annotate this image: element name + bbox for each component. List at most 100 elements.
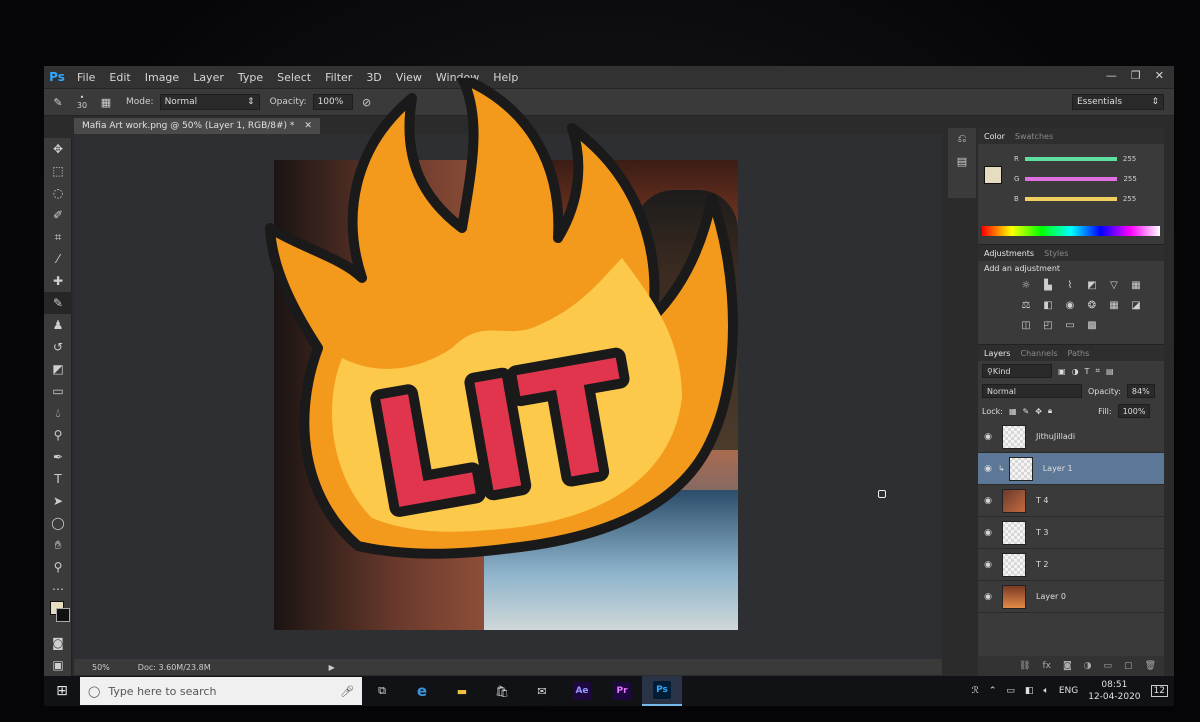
kind-filter-select[interactable]: ⚲ Kind xyxy=(982,364,1052,378)
pen-tool-icon[interactable]: ✒ xyxy=(44,446,72,468)
layer-row[interactable]: ◉ T 3 xyxy=(978,517,1164,549)
layer-row[interactable]: ◉ T 2 xyxy=(978,549,1164,581)
tab-channels[interactable]: Channels xyxy=(1020,349,1057,358)
eye-icon[interactable]: ◉ xyxy=(978,464,998,474)
curves-icon[interactable]: ⌇ xyxy=(1062,278,1078,292)
layer-name[interactable]: T 3 xyxy=(1036,528,1049,537)
vibrance-icon[interactable]: ▽ xyxy=(1106,278,1122,292)
volume-icon[interactable]: 🔈︎ xyxy=(1043,686,1048,696)
edge-icon[interactable]: e xyxy=(402,676,442,706)
eye-icon[interactable]: ◉ xyxy=(978,560,998,570)
task-view-icon[interactable]: ⧉ xyxy=(362,676,402,706)
clone-stamp-tool-icon[interactable]: ♟ xyxy=(44,314,72,336)
network-icon[interactable]: ◧ xyxy=(1025,686,1034,696)
eye-icon[interactable]: ◉ xyxy=(978,496,998,506)
fill-field[interactable]: 100% xyxy=(1117,404,1151,418)
blur-tool-icon[interactable]: 💧︎ xyxy=(44,402,72,424)
blend-mode-select[interactable]: Normal xyxy=(982,384,1082,398)
filter-adjustment-icon[interactable]: ◑ xyxy=(1072,367,1079,376)
layer-row-selected[interactable]: ◉ ↳ Layer 1 xyxy=(978,453,1164,485)
posterize-icon[interactable]: ◫ xyxy=(1018,318,1034,332)
tab-color[interactable]: Color xyxy=(984,132,1005,141)
threshold-icon[interactable]: ◰ xyxy=(1040,318,1056,332)
eye-icon[interactable]: ◉ xyxy=(978,528,998,538)
fx-icon[interactable]: fx xyxy=(1042,661,1051,671)
layer-name[interactable]: Layer 0 xyxy=(1036,592,1066,601)
blue-slider[interactable]: B 255 xyxy=(1014,192,1159,206)
layer-row[interactable]: ◉ Layer 0 xyxy=(978,581,1164,613)
quick-mask-icon[interactable]: ◙ xyxy=(44,632,72,654)
chevron-up-icon[interactable]: ⌃ xyxy=(989,686,997,696)
language-indicator[interactable]: ENG xyxy=(1059,686,1078,696)
brush-tool-preset-icon[interactable]: ✎ xyxy=(48,93,68,111)
dodge-tool-icon[interactable]: ⚲ xyxy=(44,424,72,446)
lasso-tool-icon[interactable]: ◌ xyxy=(44,182,72,204)
trash-icon[interactable]: 🗑︎ xyxy=(1145,661,1156,671)
color-lookup-icon[interactable]: ▦ xyxy=(1106,298,1122,312)
zoom-level[interactable]: 50% xyxy=(92,663,110,672)
layer-name[interactable]: T 4 xyxy=(1036,496,1049,505)
invert-icon[interactable]: ◪ xyxy=(1128,298,1144,312)
layer-row[interactable]: ◉ JithuJilladi xyxy=(978,421,1164,453)
close-button[interactable]: ✕ xyxy=(1155,69,1164,82)
channel-mixer-icon[interactable]: ❂ xyxy=(1084,298,1100,312)
layer-opacity-field[interactable]: 84% xyxy=(1126,384,1155,398)
blue-slider-track[interactable] xyxy=(1024,197,1117,201)
mail-icon[interactable]: ✉ xyxy=(522,676,562,706)
more-tools-icon[interactable]: ⋯ xyxy=(44,578,72,600)
eyedropper-tool-icon[interactable]: ⁄ xyxy=(44,248,72,270)
eye-icon[interactable]: ◉ xyxy=(978,592,998,602)
layer-name[interactable]: Layer 1 xyxy=(1043,464,1073,473)
tab-swatches[interactable]: Swatches xyxy=(1015,132,1053,141)
green-slider-track[interactable] xyxy=(1025,177,1118,181)
group-icon[interactable]: ▭ xyxy=(1104,661,1113,671)
notifications-icon[interactable]: 12 xyxy=(1150,685,1168,697)
menu-image[interactable]: Image xyxy=(138,71,186,84)
history-panel-icon[interactable]: ⎌ xyxy=(948,128,976,150)
layer-row[interactable]: ◉ T 4 xyxy=(978,485,1164,517)
file-explorer-icon[interactable]: ▬ xyxy=(442,676,482,706)
premiere-app[interactable]: Pr xyxy=(602,676,642,706)
filter-shape-icon[interactable]: ⌗ xyxy=(1095,366,1100,376)
microphone-icon[interactable]: 🎤︎ xyxy=(340,685,354,698)
eye-icon[interactable]: ◉ xyxy=(978,432,998,442)
color-spectrum[interactable] xyxy=(982,226,1160,236)
marquee-tool-icon[interactable]: ⬚ xyxy=(44,160,72,182)
layer-name[interactable]: T 2 xyxy=(1036,560,1049,569)
adjustment-layer-icon[interactable]: ◑ xyxy=(1084,661,1092,671)
eraser-tool-icon[interactable]: ◩ xyxy=(44,358,72,380)
zoom-tool-icon[interactable]: ⚲ xyxy=(44,556,72,578)
bw-icon[interactable]: ◧ xyxy=(1040,298,1056,312)
status-menu-arrow-icon[interactable]: ▶ xyxy=(329,663,335,672)
history-brush-tool-icon[interactable]: ↺ xyxy=(44,336,72,358)
new-layer-icon[interactable]: ▢ xyxy=(1124,661,1133,671)
layer-name[interactable]: JithuJilladi xyxy=(1036,432,1075,441)
crop-tool-icon[interactable]: ⌗ xyxy=(44,226,72,248)
brightness-icon[interactable]: ☼ xyxy=(1018,278,1034,292)
gradient-tool-icon[interactable]: ▭ xyxy=(44,380,72,402)
photoshop-app[interactable]: Ps xyxy=(642,676,682,706)
tab-styles[interactable]: Styles xyxy=(1044,249,1068,258)
foreground-color-chip[interactable] xyxy=(984,166,1002,184)
after-effects-app[interactable]: Ae xyxy=(562,676,602,706)
color-balance-icon[interactable]: ⚖ xyxy=(1018,298,1034,312)
link-icon[interactable]: ⛓ xyxy=(1019,661,1030,671)
workspace-select[interactable]: Essentials ⇕ xyxy=(1072,94,1164,110)
quick-select-tool-icon[interactable]: ✐ xyxy=(44,204,72,226)
gradient-map-icon[interactable]: ▭ xyxy=(1062,318,1078,332)
properties-panel-icon[interactable]: ▤ xyxy=(948,150,976,172)
path-select-tool-icon[interactable]: ➤ xyxy=(44,490,72,512)
store-icon[interactable]: 🛍︎ xyxy=(482,676,522,706)
mode-select[interactable]: Normal ⇕ xyxy=(159,94,260,110)
hand-tool-icon[interactable]: ✋︎ xyxy=(44,534,72,556)
menu-layer[interactable]: Layer xyxy=(186,71,231,84)
lock-transparent-icon[interactable]: ▦ xyxy=(1009,407,1017,416)
minimize-button[interactable]: — xyxy=(1106,69,1117,82)
levels-icon[interactable]: ▙ xyxy=(1040,278,1056,292)
tab-layers[interactable]: Layers xyxy=(984,349,1010,358)
red-slider[interactable]: R 255 xyxy=(1014,152,1159,166)
shape-tool-icon[interactable]: ◯ xyxy=(44,512,72,534)
green-slider[interactable]: G 255 xyxy=(1014,172,1159,186)
tab-adjustments[interactable]: Adjustments xyxy=(984,249,1034,258)
screen-mode-icon[interactable]: ▣ xyxy=(44,654,72,676)
